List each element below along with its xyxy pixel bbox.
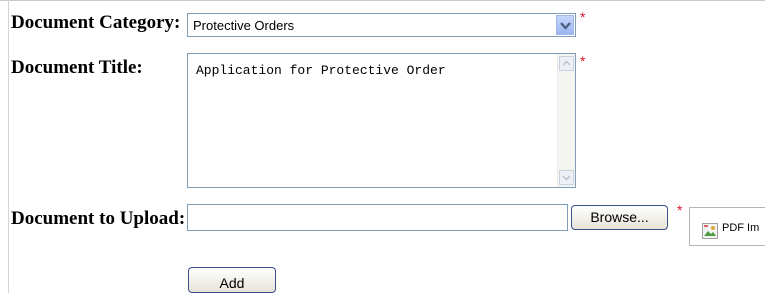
left-divider bbox=[8, 0, 9, 293]
broken-image-icon bbox=[702, 223, 718, 239]
category-selected-value: Protective Orders bbox=[193, 18, 295, 33]
browse-button[interactable]: Browse... bbox=[571, 205, 668, 230]
scroll-down-arrow-icon[interactable] bbox=[559, 170, 574, 185]
title-required-mark: * bbox=[580, 53, 586, 69]
category-label: Document Category: bbox=[11, 12, 181, 33]
pdf-preview-frame: PDF Im bbox=[689, 207, 765, 246]
upload-form: Document Category: Protective Orders * D… bbox=[0, 0, 765, 293]
upload-label: Document to Upload: bbox=[11, 208, 186, 229]
title-value: Application for Protective Order bbox=[196, 63, 446, 78]
category-required-mark: * bbox=[580, 9, 586, 25]
title-scrollbar[interactable] bbox=[557, 54, 575, 187]
upload-required-mark: * bbox=[677, 202, 683, 218]
chevron-down-icon[interactable] bbox=[556, 15, 574, 35]
category-select[interactable]: Protective Orders bbox=[187, 13, 576, 37]
top-divider bbox=[0, 0, 765, 1]
title-textarea[interactable]: Application for Protective Order bbox=[187, 53, 576, 188]
pdf-preview-text: PDF Im bbox=[722, 222, 760, 234]
add-button[interactable]: Add bbox=[188, 267, 276, 293]
scroll-up-arrow-icon[interactable] bbox=[559, 56, 574, 71]
title-label: Document Title: bbox=[11, 57, 143, 78]
upload-file-path-input[interactable] bbox=[187, 204, 568, 231]
